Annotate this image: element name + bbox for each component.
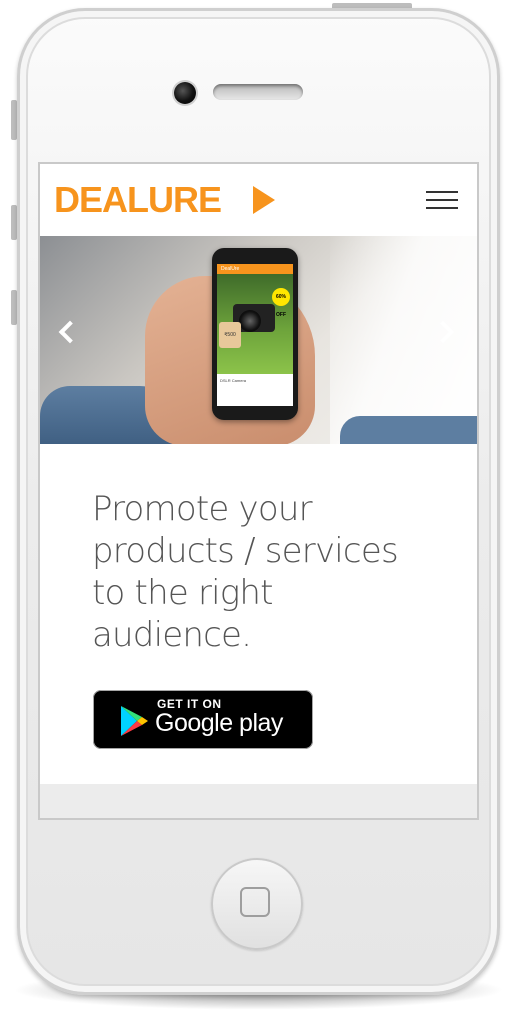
front-camera	[174, 82, 196, 104]
hero-content: Promote your products / services to the …	[40, 444, 477, 784]
background-jeans-right	[340, 416, 477, 444]
background-window	[330, 236, 477, 444]
store-badge-big-text: Google play	[155, 709, 283, 737]
slide-app-bar: DealUre	[217, 264, 293, 274]
slide-phone-screen: DealUre 60% OFF ₹500 DSLR Camera	[217, 264, 293, 406]
phone-screen: DEALURE DealUre 60% OFF ₹500 DSLR Camera…	[38, 162, 479, 820]
logo-arrow-icon	[253, 186, 275, 214]
slide-app-title: DealUre	[221, 266, 240, 272]
price-tag: ₹500	[219, 322, 241, 348]
google-play-icon	[121, 706, 148, 736]
home-button[interactable]	[211, 858, 303, 950]
discount-badge: 60% OFF	[272, 288, 290, 318]
slide-caption: DSLR Camera	[220, 378, 247, 383]
hamburger-menu-icon[interactable]	[426, 191, 458, 211]
hero-carousel: DealUre 60% OFF ₹500 DSLR Camera	[40, 236, 477, 444]
hero-headline: Promote your products / services to the …	[92, 489, 399, 655]
camera-lens	[239, 310, 261, 332]
home-square-icon	[240, 887, 270, 917]
slide-phone-image: DealUre 60% OFF ₹500 DSLR Camera	[212, 248, 298, 420]
chevron-left-icon[interactable]	[58, 320, 82, 344]
dealure-logo[interactable]: DEALURE	[54, 178, 222, 222]
google-play-button[interactable]: GET IT ON Google play	[93, 690, 313, 749]
navbar: DEALURE	[40, 164, 477, 236]
earpiece-speaker	[213, 84, 303, 100]
slide-product-photo: 60% OFF ₹500	[217, 274, 293, 374]
